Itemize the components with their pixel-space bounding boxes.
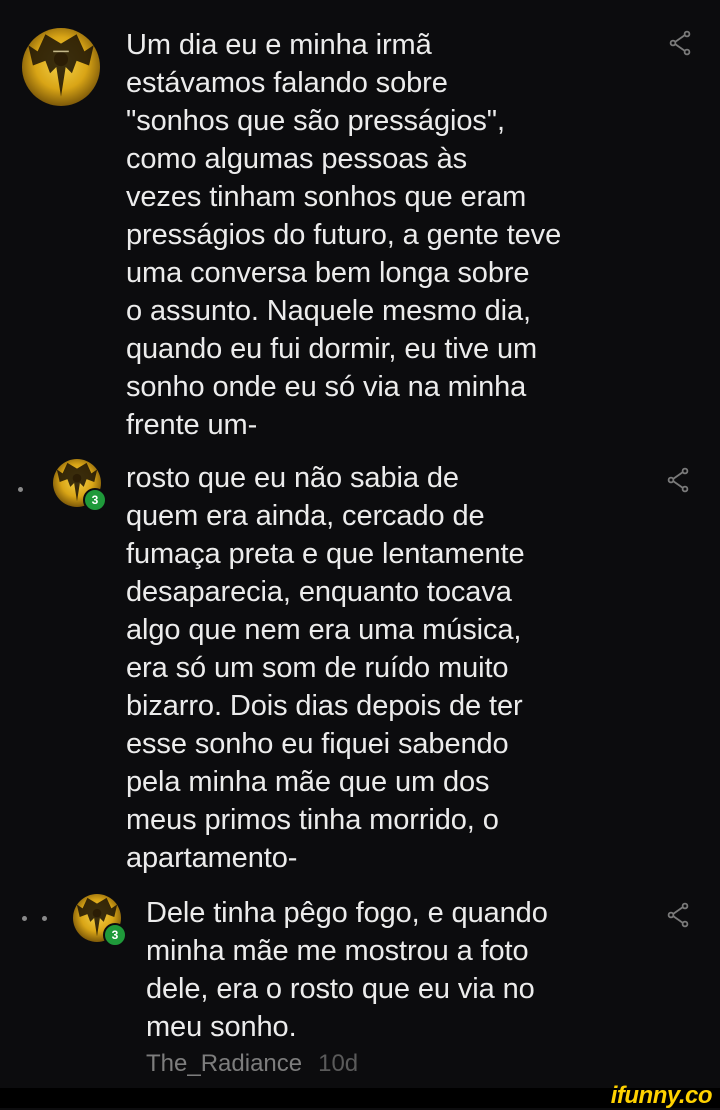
comment-text: rosto que eu não sabia de quem era ainda… — [126, 462, 525, 874]
ifunny-watermark: ifunny.co — [610, 1082, 713, 1109]
comment-meta: The_Radiance 10d — [146, 1050, 358, 1078]
comment-text: Dele tinha pêgo fogo, e quando minha mãe… — [146, 897, 548, 1043]
share-icon[interactable] — [667, 467, 689, 493]
timestamp: 10d — [318, 1050, 359, 1077]
level-badge: 3 — [103, 923, 127, 947]
username[interactable]: The_Radiance — [146, 1050, 302, 1077]
share-icon[interactable] — [669, 30, 691, 56]
level-badge: 3 — [83, 488, 107, 512]
thread-dot — [42, 916, 47, 921]
share-icon[interactable] — [667, 902, 689, 928]
winged-skull-icon — [28, 34, 94, 97]
user-avatar[interactable] — [22, 28, 100, 106]
thread-dot — [22, 916, 27, 921]
comment-text: Um dia eu e minha irmã estávamos falando… — [126, 29, 562, 441]
thread-dot — [18, 487, 23, 492]
